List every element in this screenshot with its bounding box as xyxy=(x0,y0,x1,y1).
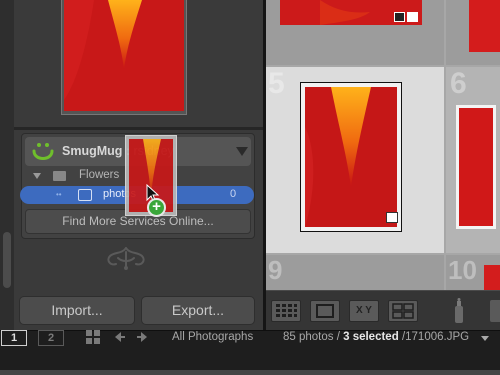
cell-index: 5 xyxy=(268,67,285,100)
source-label[interactable]: All Photographs xyxy=(172,331,253,343)
drop-indicator: •• xyxy=(56,190,62,199)
collection-label: Flowers xyxy=(79,169,120,181)
back-arrow-icon[interactable] xyxy=(112,330,126,344)
scrollbar-thumb[interactable] xyxy=(3,232,11,288)
cell-index: 10 xyxy=(448,255,477,285)
chevron-down-icon[interactable] xyxy=(481,336,489,341)
thumbnail[interactable] xyxy=(456,105,496,229)
cell-index: 9 xyxy=(268,255,283,285)
grid-cell[interactable]: 6 xyxy=(446,67,500,253)
smugmug-logo-icon xyxy=(32,143,54,160)
panel-divider xyxy=(14,127,263,130)
photo-count-status[interactable]: 85 photos / 3 selected /171006.JPG xyxy=(283,331,469,343)
navigator-preview[interactable] xyxy=(61,0,187,115)
filmstrip-controls: 1 2 All Photographs 85 photos / 3 select… xyxy=(0,317,500,346)
panel-end-ornament xyxy=(107,247,145,270)
collection-count: 0 xyxy=(230,188,237,200)
add-icon: + xyxy=(147,198,166,217)
collection-icon xyxy=(78,189,92,201)
primary-display-button[interactable]: 1 xyxy=(1,330,27,346)
disclosure-triangle-icon[interactable] xyxy=(33,173,41,179)
edit-badge-icon[interactable] xyxy=(386,212,398,223)
grid-cell-selected[interactable]: 5 xyxy=(266,67,444,253)
grid-cell[interactable]: 10 xyxy=(446,255,500,290)
cell-index: 6 xyxy=(450,67,467,100)
edit-badge-icon[interactable] xyxy=(407,12,418,22)
grid-cell[interactable]: 9 xyxy=(266,255,444,290)
thumbnail[interactable] xyxy=(305,87,397,227)
forward-arrow-icon[interactable] xyxy=(136,330,150,344)
left-panel-scrollbar[interactable] xyxy=(0,0,14,330)
grid-view-icon[interactable] xyxy=(85,329,101,345)
filmstrip-thumbnails[interactable] xyxy=(0,370,500,375)
grid-cell[interactable] xyxy=(446,0,500,65)
filmstrip-header: 1 2 All Photographs 85 photos / 3 select… xyxy=(0,330,500,375)
collection-badge-icon[interactable] xyxy=(394,12,405,22)
secondary-display-button[interactable]: 2 xyxy=(38,330,64,346)
thumbnail[interactable] xyxy=(469,0,500,52)
grid-cell[interactable] xyxy=(266,0,444,65)
dropdown-triangle-icon[interactable] xyxy=(236,147,248,156)
folder-icon xyxy=(53,171,66,181)
preview-photo xyxy=(64,0,184,111)
library-grid[interactable]: 5 6 9 10 xyxy=(266,0,500,290)
selected-thumbnail-frame[interactable] xyxy=(300,82,402,232)
thumbnail[interactable] xyxy=(484,265,500,290)
